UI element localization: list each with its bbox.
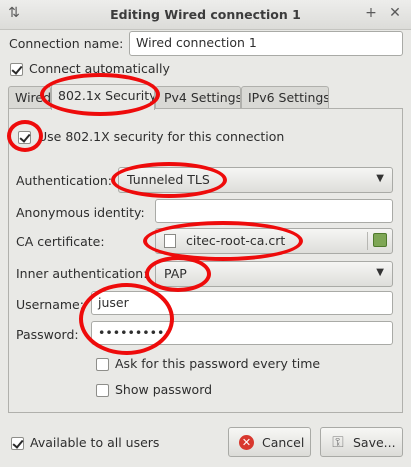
use-8021x-checkbox[interactable] bbox=[18, 131, 31, 144]
tab-ipv6-settings-label: IPv6 Settings bbox=[248, 90, 329, 105]
button-separator bbox=[367, 232, 368, 250]
ca-certificate-file-button[interactable]: citec-root-ca.crt bbox=[155, 228, 393, 254]
connect-automatically-label: Connect automatically bbox=[29, 61, 170, 76]
username-label: Username: bbox=[16, 297, 84, 312]
ask-password-checkbox[interactable] bbox=[96, 358, 109, 371]
close-icon[interactable]: ✕ bbox=[388, 6, 402, 20]
folder-open-icon bbox=[373, 233, 387, 247]
cancel-button[interactable]: ✕ Cancel bbox=[228, 427, 311, 457]
password-label: Password: bbox=[16, 327, 79, 342]
tab-8021x-security[interactable]: 802.1x Security bbox=[51, 84, 155, 110]
authentication-value: Tunneled TLS bbox=[127, 172, 210, 187]
show-password-checkbox[interactable] bbox=[96, 384, 109, 397]
chevron-down-icon: ▼ bbox=[376, 267, 384, 278]
tab-wired[interactable]: Wired bbox=[8, 86, 51, 108]
tab-wired-label: Wired bbox=[15, 90, 51, 105]
cancel-icon: ✕ bbox=[239, 435, 254, 450]
anonymous-identity-label: Anonymous identity: bbox=[16, 205, 145, 220]
show-password-label: Show password bbox=[115, 382, 213, 397]
cancel-button-label: Cancel bbox=[262, 435, 305, 450]
key-icon: ⚿ bbox=[332, 433, 344, 451]
available-to-all-users-checkbox[interactable] bbox=[11, 437, 24, 450]
use-8021x-label: Use 802.1X security for this connection bbox=[38, 129, 285, 144]
authentication-label: Authentication: bbox=[16, 173, 112, 188]
connection-name-label: Connection name: bbox=[9, 36, 124, 51]
inner-authentication-label: Inner authentication: bbox=[16, 266, 148, 281]
maximize-icon[interactable]: + bbox=[364, 6, 378, 20]
connection-name-input[interactable]: Wired connection 1 bbox=[129, 31, 403, 56]
tab-8021x-security-label: 802.1x Security bbox=[58, 88, 155, 103]
save-button-label: Save... bbox=[353, 435, 396, 450]
tab-ipv6-settings[interactable]: IPv6 Settings bbox=[241, 86, 329, 108]
ca-certificate-filename: citec-root-ca.crt bbox=[186, 233, 286, 248]
connect-automatically-checkbox[interactable] bbox=[10, 63, 23, 76]
window-title: Editing Wired connection 1 bbox=[110, 7, 301, 22]
ask-password-label: Ask for this password every time bbox=[115, 356, 321, 371]
inner-authentication-select[interactable]: PAP ▼ bbox=[155, 261, 393, 287]
anonymous-identity-input[interactable] bbox=[155, 199, 393, 223]
available-to-all-users-label: Available to all users bbox=[30, 435, 160, 450]
window-titlebar: ⇅ Editing Wired connection 1 + ✕ bbox=[0, 0, 411, 30]
authentication-select[interactable]: Tunneled TLS ▼ bbox=[118, 167, 393, 193]
save-button[interactable]: ⚿ Save... bbox=[320, 427, 403, 457]
file-icon bbox=[164, 234, 176, 248]
ca-certificate-label: CA certificate: bbox=[16, 234, 105, 249]
inner-authentication-value: PAP bbox=[164, 266, 187, 281]
tab-ipv4-settings[interactable]: Pv4 Settings bbox=[155, 86, 241, 108]
tab-ipv4-settings-label: Pv4 Settings bbox=[164, 90, 241, 105]
username-input[interactable]: juser bbox=[91, 291, 393, 315]
chevron-down-icon: ▼ bbox=[376, 173, 384, 184]
password-input[interactable]: •••••••••• bbox=[91, 321, 393, 345]
